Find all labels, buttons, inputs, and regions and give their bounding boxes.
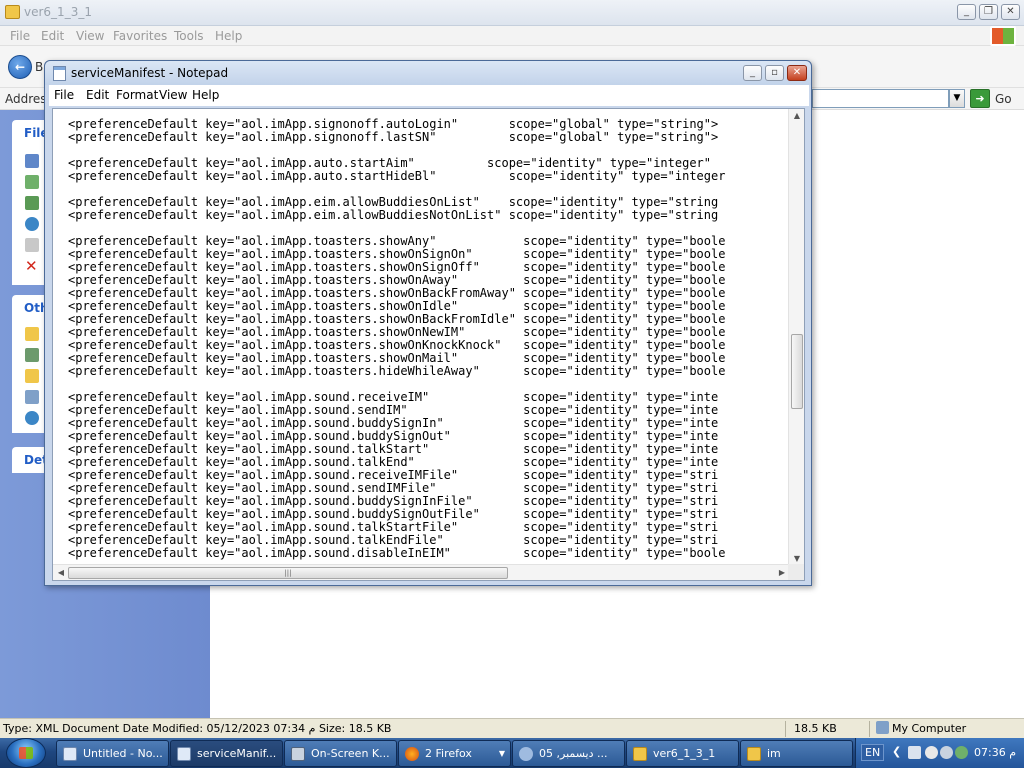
start-button[interactable] (6, 738, 46, 768)
scroll-down-arrow-icon[interactable]: ▼ (789, 554, 804, 563)
my-computer-icon[interactable] (25, 390, 39, 404)
notepad-titlebar[interactable]: serviceManifest - Notepad _ ▫ ✕ (45, 61, 811, 85)
address-dropdown-button[interactable]: ▼ (949, 89, 965, 108)
computer-icon (876, 721, 889, 734)
network-icon[interactable] (908, 746, 921, 759)
move-icon[interactable] (25, 175, 39, 189)
chat-icon (519, 746, 533, 761)
menu-view[interactable]: View (76, 29, 104, 43)
network-icon[interactable] (25, 411, 39, 425)
security-icon[interactable] (955, 746, 968, 759)
delete-icon[interactable]: ✕ (25, 259, 39, 274)
text-line: <preferenceDefault key="aol.imApp.auto.s… (68, 169, 726, 183)
status-size: 18.5 KB (794, 722, 837, 735)
notepad-icon (63, 746, 77, 761)
windows-logo-icon (990, 26, 1016, 46)
status-bar: Type: XML Document Date Modified: 05/12/… (0, 718, 1024, 738)
menu-help[interactable]: Help (192, 88, 219, 102)
status-info: Type: XML Document Date Modified: 05/12/… (3, 722, 392, 735)
menu-format[interactable]: Format (116, 88, 158, 102)
volume-icon[interactable] (925, 746, 938, 759)
horizontal-scrollbar[interactable]: ◀ ||| ▶ (53, 564, 790, 580)
close-button[interactable]: ✕ (787, 65, 807, 81)
back-button[interactable]: ← (8, 55, 32, 79)
notepad-menubar: File Edit Format View Help (49, 85, 809, 106)
menu-edit[interactable]: Edit (41, 29, 64, 43)
menu-favorites[interactable]: Favorites (113, 29, 167, 43)
firefox-icon (405, 746, 419, 761)
address-input[interactable] (812, 89, 949, 108)
taskbar-item-label: Untitled - No... (83, 747, 163, 760)
taskbar-item-label: im (767, 747, 781, 760)
taskbar-item-on-screen-keyboard[interactable]: On-Screen K... (284, 740, 397, 767)
status-divider (785, 721, 786, 737)
go-button[interactable]: Go (995, 92, 1012, 106)
vertical-scrollbar[interactable]: ▲ ▼ (788, 109, 804, 565)
scrollbar-corner (788, 564, 804, 580)
go-arrow-icon[interactable]: ➜ (970, 89, 990, 108)
publish-web-icon[interactable] (25, 217, 39, 231)
notepad-window[interactable]: serviceManifest - Notepad _ ▫ ✕ File Edi… (44, 60, 812, 586)
vertical-scroll-thumb[interactable] (791, 334, 803, 409)
taskbar-item-servicemanifest[interactable]: serviceManif... (170, 740, 283, 767)
taskbar-item-label: On-Screen K... (311, 747, 390, 760)
language-indicator[interactable]: EN (861, 744, 885, 761)
folder-icon (633, 746, 647, 761)
text-line: <preferenceDefault key="aol.imApp.toaste… (68, 364, 726, 378)
horizontal-scroll-thumb[interactable]: ||| (68, 567, 508, 579)
taskbar-item-label: 2 Firefox (425, 747, 472, 760)
taskbar-item-folder-im[interactable]: im (740, 740, 853, 767)
notepad-icon (177, 746, 191, 761)
scroll-up-arrow-icon[interactable]: ▲ (789, 111, 804, 120)
system-tray: EN ❮ 07:36 م (855, 738, 1024, 768)
clock[interactable]: 07:36 م (974, 746, 1016, 759)
documents-icon[interactable] (25, 348, 39, 362)
text-line: <preferenceDefault key="aol.imApp.signon… (68, 130, 719, 144)
status-divider (869, 721, 870, 737)
maximize-button[interactable]: ▫ (765, 65, 784, 81)
notepad-icon (53, 66, 66, 81)
taskbar: Untitled - No... serviceManif... On-Scre… (0, 738, 1024, 768)
explorer-titlebar[interactable]: ver6_1_3_1 _ ❐ ✕ (0, 0, 1024, 26)
menu-view[interactable]: View (159, 88, 187, 102)
taskbar-item-label: 05 ,ديسمبر ... (539, 747, 608, 760)
menu-help[interactable]: Help (215, 29, 242, 43)
chevron-down-icon: ▼ (498, 749, 505, 758)
taskbar-item-untitled-notepad[interactable]: Untitled - No... (56, 740, 169, 767)
email-icon[interactable] (25, 238, 39, 252)
maximize-button[interactable]: ❐ (979, 4, 998, 20)
editor-text[interactable]: <preferenceDefault key="aol.imApp.signon… (68, 118, 790, 567)
copy-icon[interactable] (25, 196, 39, 210)
explorer-title: ver6_1_3_1 (24, 5, 92, 19)
keyboard-icon (291, 746, 305, 761)
scroll-left-arrow-icon[interactable]: ◀ (53, 568, 69, 577)
menu-file[interactable]: File (10, 29, 30, 43)
accessibility-icon[interactable] (940, 746, 953, 759)
minimize-button[interactable]: _ (957, 4, 976, 20)
text-line: <preferenceDefault key="aol.imApp.sound.… (68, 546, 726, 560)
taskbar-item-chat[interactable]: 05 ,ديسمبر ... (512, 740, 625, 767)
menu-edit[interactable]: Edit (86, 88, 109, 102)
explorer-menubar: File Edit View Favorites Tools Help (0, 26, 1024, 46)
rename-icon[interactable] (25, 154, 39, 168)
text-editor[interactable]: <preferenceDefault key="aol.imApp.signon… (52, 108, 805, 581)
minimize-button[interactable]: _ (743, 65, 762, 81)
notepad-title: serviceManifest - Notepad (71, 66, 229, 80)
folder-icon[interactable] (25, 369, 39, 383)
tray-expand-icon[interactable]: ❮ (892, 745, 901, 758)
taskbar-item-firefox[interactable]: 2 Firefox ▼ (398, 740, 511, 767)
text-line: <preferenceDefault key="aol.imApp.eim.al… (68, 208, 719, 222)
taskbar-item-label: serviceManif... (197, 747, 277, 760)
status-zone: My Computer (892, 722, 967, 735)
folder-icon (747, 746, 761, 761)
taskbar-item-label: ver6_1_3_1 (653, 747, 716, 760)
menu-tools[interactable]: Tools (174, 29, 204, 43)
folder-icon[interactable] (25, 327, 39, 341)
close-button[interactable]: ✕ (1001, 4, 1020, 20)
taskbar-item-folder-ver6[interactable]: ver6_1_3_1 (626, 740, 739, 767)
menu-file[interactable]: File (54, 88, 74, 102)
folder-icon (5, 5, 20, 19)
